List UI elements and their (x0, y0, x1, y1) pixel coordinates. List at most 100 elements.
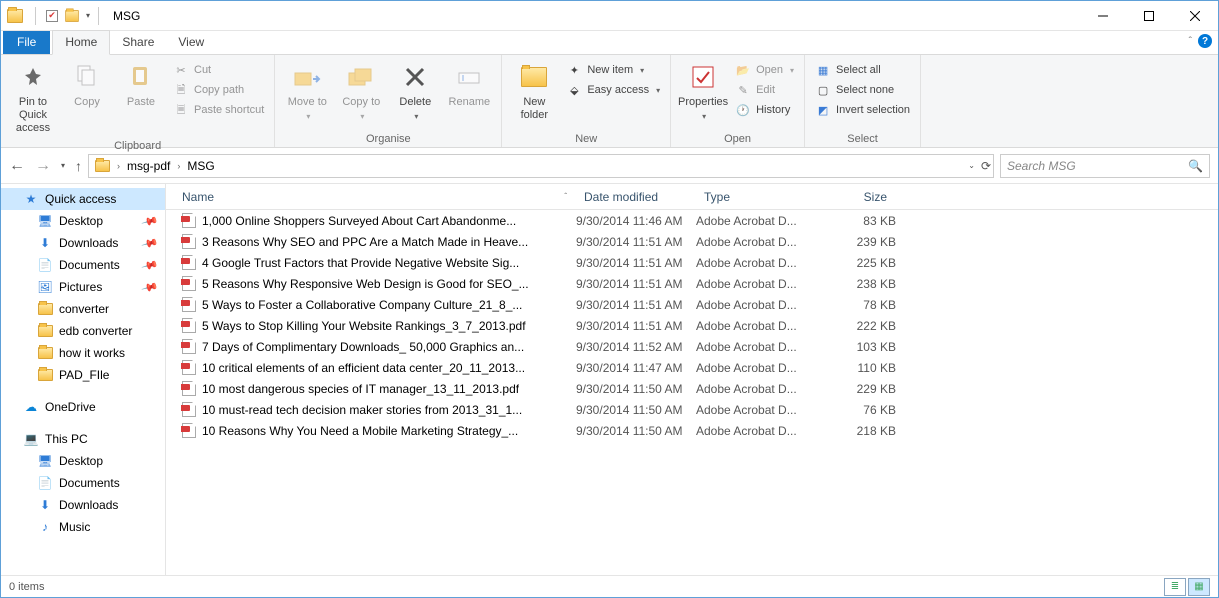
file-row[interactable]: 7 Days of Complimentary Downloads_ 50,00… (166, 336, 1218, 357)
refresh-button[interactable]: ⟳ (981, 159, 991, 173)
sidebar-edb-converter[interactable]: edb converter (1, 320, 165, 342)
file-row[interactable]: 3 Reasons Why SEO and PPC Are a Match Ma… (166, 231, 1218, 252)
file-date: 9/30/2014 11:51 AM (576, 298, 696, 312)
paste-button[interactable]: Paste (115, 58, 167, 112)
file-row[interactable]: 10 must-read tech decision maker stories… (166, 399, 1218, 420)
file-size: 238 KB (816, 277, 896, 291)
maximize-button[interactable] (1126, 1, 1172, 30)
select-none-button[interactable]: ▢Select none (811, 80, 914, 100)
sidebar-this-pc[interactable]: 💻This PC (1, 428, 165, 450)
sidebar-desktop[interactable]: 🖥Desktop📌 (1, 210, 165, 232)
easy-access-button[interactable]: ⬙Easy access▾ (562, 80, 664, 100)
new-item-button[interactable]: ✦New item▾ (562, 60, 664, 80)
history-button[interactable]: 🕐History (731, 100, 798, 120)
folder-icon (37, 323, 53, 339)
sidebar-onedrive[interactable]: ☁OneDrive (1, 396, 165, 418)
sidebar-downloads-pc[interactable]: ⬇Downloads (1, 494, 165, 516)
qat-newfolder-icon[interactable] (65, 10, 79, 22)
sidebar-pad-file[interactable]: PAD_FIle (1, 364, 165, 386)
qat-customize-dropdown[interactable]: ▾ (86, 11, 90, 20)
column-type[interactable]: Type (696, 190, 816, 204)
delete-button[interactable]: Delete▾ (389, 58, 441, 125)
paste-shortcut-button[interactable]: 🗏Paste shortcut (169, 100, 268, 120)
sidebar-documents-pc[interactable]: 📄Documents (1, 472, 165, 494)
copy-to-button[interactable]: Copy to▾ (335, 58, 387, 125)
address-chevron-icon[interactable]: › (114, 161, 123, 171)
file-row[interactable]: 10 critical elements of an efficient dat… (166, 357, 1218, 378)
copy-label: Copy (74, 96, 100, 109)
breadcrumb-seg1[interactable]: msg-pdf (123, 159, 174, 173)
search-placeholder: Search MSG (1007, 159, 1076, 173)
pin-icon: 📌 (141, 256, 159, 274)
history-dropdown[interactable]: ▾ (61, 161, 65, 170)
file-row[interactable]: 10 Reasons Why You Need a Mobile Marketi… (166, 420, 1218, 441)
tab-home[interactable]: Home (52, 30, 110, 55)
breadcrumb-seg2[interactable]: MSG (183, 159, 218, 173)
address-chevron-icon[interactable]: › (174, 161, 183, 171)
file-row[interactable]: 5 Ways to Stop Killing Your Website Rank… (166, 315, 1218, 336)
file-row[interactable]: 1,000 Online Shoppers Surveyed About Car… (166, 210, 1218, 231)
search-icon[interactable]: 🔍 (1188, 159, 1203, 173)
pictures-icon: 🖼 (37, 279, 53, 295)
rename-button[interactable]: Rename (443, 58, 495, 112)
invert-selection-button[interactable]: ◩Invert selection (811, 100, 914, 120)
ribbon-group-new: New folder ✦New item▾ ⬙Easy access▾ New (502, 55, 671, 147)
file-size: 103 KB (816, 340, 896, 354)
select-all-button[interactable]: ▦Select all (811, 60, 914, 80)
address-bar[interactable]: › msg-pdf › MSG ⌄ ⟳ (88, 154, 994, 178)
close-button[interactable] (1172, 1, 1218, 30)
qat-properties-icon[interactable]: ✔ (46, 10, 58, 22)
sidebar-converter[interactable]: converter (1, 298, 165, 320)
pdf-icon (182, 381, 196, 396)
sidebar-how-it-works[interactable]: how it works (1, 342, 165, 364)
new-folder-button[interactable]: New folder (508, 58, 560, 125)
back-button[interactable]: ← (9, 157, 25, 175)
properties-button[interactable]: Properties▾ (677, 58, 729, 125)
copy-button[interactable]: Copy (61, 58, 113, 112)
file-size: 83 KB (816, 214, 896, 228)
view-details-button[interactable]: ≣ (1164, 578, 1186, 596)
sidebar-quick-access[interactable]: ★Quick access (1, 188, 165, 210)
sidebar-music[interactable]: ♪Music (1, 516, 165, 538)
edit-button[interactable]: ✎Edit (731, 80, 798, 100)
move-to-button[interactable]: Move to▾ (281, 58, 333, 125)
pdf-icon (182, 339, 196, 354)
file-row[interactable]: 5 Reasons Why Responsive Web Design is G… (166, 273, 1218, 294)
forward-button[interactable]: → (35, 157, 51, 175)
copy-to-icon (345, 61, 377, 93)
file-row[interactable]: 10 most dangerous species of IT manager_… (166, 378, 1218, 399)
file-name: 5 Reasons Why Responsive Web Design is G… (202, 277, 529, 291)
file-row[interactable]: 4 Google Trust Factors that Provide Nega… (166, 252, 1218, 273)
file-date: 9/30/2014 11:50 AM (576, 424, 696, 438)
file-size: 78 KB (816, 298, 896, 312)
pin-to-quick-access-button[interactable]: Pin to Quick access (7, 58, 59, 139)
view-large-icons-button[interactable]: ▦ (1188, 578, 1210, 596)
sidebar-desktop-pc[interactable]: 🖥Desktop (1, 450, 165, 472)
file-row[interactable]: 5 Ways to Foster a Collaborative Company… (166, 294, 1218, 315)
tab-share[interactable]: Share (110, 31, 166, 54)
pdf-icon (182, 255, 196, 270)
sidebar-documents[interactable]: 📄Documents📌 (1, 254, 165, 276)
sidebar-pictures[interactable]: 🖼Pictures📌 (1, 276, 165, 298)
copy-path-button[interactable]: 🗎Copy path (169, 80, 268, 100)
address-history-dropdown[interactable]: ⌄ (968, 161, 975, 170)
column-size[interactable]: Size (816, 190, 896, 204)
pin-icon: 📌 (141, 278, 159, 296)
file-type: Adobe Acrobat D... (696, 403, 816, 417)
pdf-icon (182, 423, 196, 438)
minimize-button[interactable] (1080, 1, 1126, 30)
ribbon: Pin to Quick access Copy Paste ✂Cut 🗎Cop… (1, 55, 1218, 148)
column-date[interactable]: Date modified (576, 190, 696, 204)
up-button[interactable]: ↑ (75, 158, 82, 174)
open-button[interactable]: 📂Open▾ (731, 60, 798, 80)
folder-icon (37, 345, 53, 361)
help-icon[interactable]: ? (1198, 34, 1212, 48)
collapse-ribbon-button[interactable]: ˆ (1189, 36, 1192, 47)
tab-view[interactable]: View (166, 31, 216, 54)
tab-file[interactable]: File (3, 31, 50, 54)
column-name[interactable]: Nameˆ (166, 190, 576, 204)
sort-indicator-icon: ˆ (564, 192, 567, 201)
search-input[interactable]: Search MSG 🔍 (1000, 154, 1210, 178)
sidebar-downloads[interactable]: ⬇Downloads📌 (1, 232, 165, 254)
cut-button[interactable]: ✂Cut (169, 60, 268, 80)
